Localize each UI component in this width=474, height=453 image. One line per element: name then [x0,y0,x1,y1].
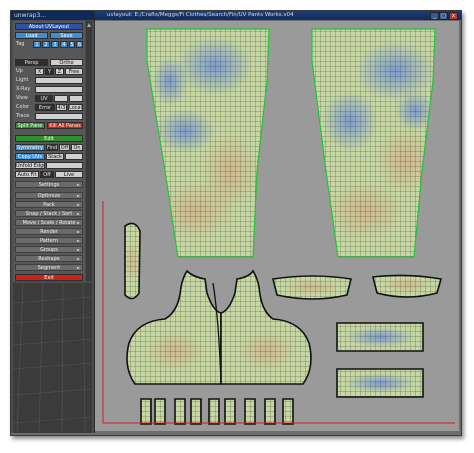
up-z-button[interactable]: Z [55,68,64,75]
uv-shell-loop-7[interactable] [244,398,256,425]
groups-section[interactable]: Groups [15,246,83,253]
exit-button[interactable]: Exit [15,274,83,281]
uv-shell-loop-5[interactable] [208,398,220,425]
render-section[interactable]: Render [15,228,83,235]
view-option-3-button[interactable] [69,95,83,102]
uv-shell-left-leg[interactable] [146,28,270,258]
scroll-up-icon[interactable] [87,23,91,27]
uv-shell-loop-1[interactable] [140,398,152,425]
up-label: Up [16,68,23,74]
pack-section[interactable]: Pack [15,201,83,208]
uv-shell-front-left[interactable] [126,269,222,385]
xray-slider[interactable] [35,86,83,93]
view-uv-button[interactable]: UV [35,95,53,102]
uv-shell-loop-8[interactable] [264,398,276,425]
unfold-slider[interactable] [46,162,83,169]
close-icon[interactable]: x [449,12,458,20]
settings-section[interactable]: Settings [15,181,83,188]
tool-window-titlebar: unwrap3... [11,11,94,20]
copy-stack-button[interactable]: Stack [46,153,64,160]
uv-shell-band-upper[interactable] [336,322,424,352]
uv-shell-band-lower[interactable] [336,368,424,398]
xray-label: X-Ray [16,86,31,92]
persp-button[interactable]: Persp [15,59,48,66]
tag-2-button[interactable]: 2 [42,41,50,48]
autofit-live-button[interactable]: Live [55,171,83,178]
uv-editor-title: uvlayout: E:/Crafts/Meggs/Fi Clothes/Sea… [107,12,294,18]
move-scale-rotate-section[interactable]: Move / Scale / Rotate [15,219,83,226]
3d-grid-floor [13,283,92,433]
copy-option-button[interactable] [65,153,83,160]
color-local-button[interactable]: Local [68,104,83,111]
copy-uvs-button[interactable]: Copy UVs [15,153,45,160]
uv-shell-strip-left[interactable] [124,222,141,300]
pattern-section[interactable]: Pattern [15,237,83,244]
snap-stack-sort-section[interactable]: Snap / Stack / Sort [15,210,83,217]
about-button[interactable]: About UVLayout [15,23,83,30]
tag-5-button[interactable]: 5 [69,41,75,48]
tag-3-button[interactable]: 3 [51,41,59,48]
uv-viewport[interactable] [95,21,459,431]
symmetry-off-button[interactable]: Off [59,144,70,151]
tool-window-title: unwrap3... [14,12,47,19]
up-free-button[interactable]: Free [65,68,83,75]
3d-preview-pane[interactable] [13,283,92,433]
trace-slider[interactable] [35,113,83,120]
tool-window: unwrap3... About UVLayout Load Save Tag … [11,11,95,433]
tool-panel-scrollbar[interactable] [86,21,92,281]
trace-label: Trace [16,113,30,119]
edit-section-header[interactable]: Edit [15,135,83,142]
uv-shell-right-leg[interactable] [311,28,436,258]
autofit-button[interactable]: Auto Fit [15,171,39,178]
view-option-2-button[interactable] [54,95,68,102]
tag-6-button[interactable]: 6 [76,41,83,48]
uv-editor-window: uvlayout: E:/Crafts/Meggs/Fi Clothes/Sea… [95,11,461,435]
autofit-off-button[interactable]: Off [40,171,54,178]
up-y-button[interactable]: Y [45,68,54,75]
tag-4-button[interactable]: 4 [60,41,68,48]
color-ratio-button[interactable]: 4/3 [56,104,67,111]
uv-shell-loop-9[interactable] [282,398,294,425]
color-error-button[interactable]: Error [35,104,55,111]
tag-1-button[interactable]: 1 [33,41,41,48]
uv-shell-waist-right[interactable] [372,274,443,298]
uv-shell-loop-3[interactable] [174,398,186,425]
light-slider[interactable] [35,77,83,84]
uv-shell-loop-2[interactable] [154,398,166,425]
tag-label: Tag [16,41,25,47]
color-label: Color [16,104,30,110]
unfold-edges-button[interactable]: Unfold Edges [15,162,45,169]
symmetry-find-button[interactable]: Find [46,144,58,151]
kill-all-panes-button[interactable]: Kill All Panes [47,122,83,129]
uv-canvas [102,28,455,425]
application-frame: unwrap3... About UVLayout Load Save Tag … [10,10,462,436]
optimize-section[interactable]: Optimize [15,192,83,199]
save-button[interactable]: Save [50,32,83,39]
split-pane-button[interactable]: Split Pane [15,122,45,129]
light-label: Light [16,77,29,83]
segment-section[interactable]: Segment [15,264,83,271]
uv-editor-titlebar: uvlayout: E:/Crafts/Meggs/Fi Clothes/Sea… [95,11,461,20]
load-button[interactable]: Load [15,32,48,39]
minimize-icon[interactable]: _ [430,12,439,20]
view-label: View [16,95,28,101]
symmetry-button[interactable]: Symmetry [15,144,45,151]
uv-shell-waist-left[interactable] [272,275,352,300]
maximize-icon[interactable]: □ [439,12,448,20]
ortho-button[interactable]: Ortho [50,59,83,66]
reshape-section[interactable]: Reshape [15,255,83,262]
symmetry-on-button[interactable]: On [71,144,83,151]
uv-shell-loop-4[interactable] [190,398,202,425]
uv-shell-loop-6[interactable] [224,398,236,425]
up-x-button[interactable]: X [35,68,44,75]
